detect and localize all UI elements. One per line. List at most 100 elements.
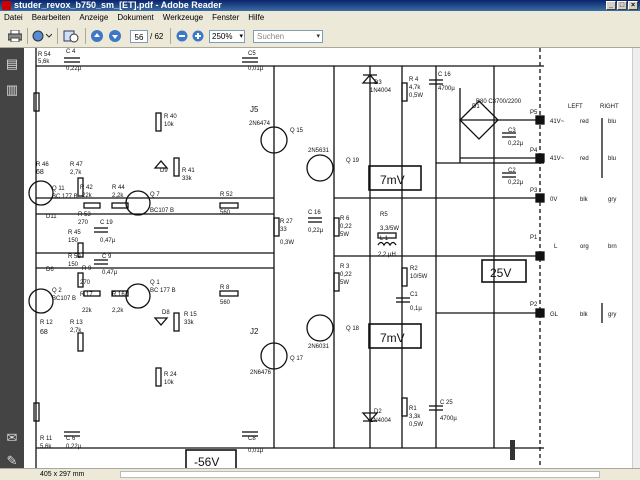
label-c1: C1: [410, 292, 418, 298]
menu-dokument[interactable]: Dokument: [117, 11, 153, 24]
label-r13-value: 2,7k: [70, 328, 82, 334]
label-r9-value: 270: [80, 280, 91, 286]
node-41v-a: 41V~: [550, 119, 565, 125]
attachments-icon[interactable]: ▥: [4, 82, 20, 98]
previous-page-icon[interactable]: [90, 28, 104, 44]
wire-red-1: red: [580, 119, 589, 125]
label-q15-type: 2N6474: [249, 121, 271, 127]
wire-red-2: red: [580, 156, 589, 162]
label-r17: R 17: [80, 292, 93, 298]
adobe-reader-icon: [2, 1, 11, 10]
label-r6: R 6: [340, 216, 350, 222]
wire-blu-2: blu: [608, 156, 616, 162]
label-c8: C8: [248, 436, 256, 442]
menu-bearbeiten[interactable]: Bearbeiten: [32, 11, 71, 24]
title-bar: studer_revox_b750_sm_[ET].pdf - Adobe Re…: [0, 0, 640, 11]
label-c19: C 19: [100, 220, 113, 226]
zoom-out-icon[interactable]: [175, 28, 188, 44]
label-r54-value: 5,6k: [38, 59, 50, 65]
label-r47: R 47: [70, 162, 83, 168]
label-q15: Q 15: [290, 128, 304, 134]
paperclip-icon[interactable]: ✎: [4, 453, 20, 469]
page-total: / 62: [150, 32, 164, 41]
label-r2: R2: [410, 266, 418, 272]
status-bar: 405 x 297 mm: [0, 468, 640, 480]
zoom-select[interactable]: 250% ▾: [209, 30, 245, 43]
label-d2: D2: [374, 409, 382, 415]
label-r53: R 53: [78, 212, 91, 218]
voltage-25v: 25V: [490, 266, 511, 280]
label-r6-value: 0,22: [340, 224, 352, 230]
label-r3-watt: 5W: [340, 280, 349, 286]
label-c5: C5: [248, 51, 256, 57]
hand-tool-icon[interactable]: [61, 28, 81, 44]
horizontal-scrollbar[interactable]: [120, 471, 600, 478]
label-r2-value: 10/5W: [410, 274, 428, 280]
voltage-7mv-top: 7mV: [380, 173, 405, 187]
pages-icon[interactable]: ▤: [4, 56, 20, 72]
page-size: 405 x 297 mm: [40, 471, 85, 478]
share-icon[interactable]: [31, 28, 53, 44]
label-c2: C2: [508, 168, 516, 174]
search-placeholder: Suchen: [257, 32, 285, 41]
label-r17-value: 22k: [82, 308, 93, 314]
menu-werkzeuge[interactable]: Werkzeuge: [163, 11, 203, 24]
label-d1-type: B80 C3700/2200: [476, 99, 522, 105]
label-r11-value: 5,6k: [40, 444, 52, 450]
menu-hilfe[interactable]: Hilfe: [248, 11, 264, 24]
label-d2-type: 1N4004: [370, 418, 392, 424]
label-r53-value: 270: [78, 220, 89, 226]
menu-bar: Datei Bearbeiten Anzeige Dokument Werkze…: [0, 11, 640, 24]
label-r42-value: 22k: [82, 193, 93, 199]
label-r8-value: 560: [220, 300, 231, 306]
print-icon[interactable]: [6, 28, 24, 44]
window-title: studer_revox_b750_sm_[ET].pdf - Adobe Re…: [14, 0, 222, 10]
node-l: L: [554, 244, 558, 250]
minimize-button[interactable]: _: [606, 1, 616, 10]
label-r42: R 42: [80, 185, 93, 191]
label-r46: R 46: [36, 162, 49, 168]
label-r40-value: 10k: [164, 122, 175, 128]
label-q7: Q 7: [150, 192, 160, 198]
schematic-diagram: R 54 5,6k C 4 0,22µ C5 0,01µ R 40 10k J5…: [28, 48, 619, 468]
wire-blk-2: blk: [580, 312, 589, 318]
label-r41-value: 33k: [182, 176, 193, 182]
toolbar: 56 / 62 250% ▾ Suchen ▾: [0, 24, 640, 48]
label-right: RIGHT: [600, 104, 619, 110]
page-number-input[interactable]: 56: [130, 30, 148, 43]
label-c16-value: 0,22µ: [308, 228, 324, 234]
next-page-icon[interactable]: [108, 28, 122, 44]
chevron-down-icon: ▾: [316, 33, 320, 40]
label-j2: J2: [250, 327, 259, 336]
label-p5: P5: [530, 110, 538, 116]
label-p2: P2: [530, 302, 538, 308]
label-q1: Q 1: [150, 280, 160, 286]
label-r1-watt: 0,5W: [409, 422, 423, 428]
vertical-scrollbar[interactable]: [632, 48, 640, 468]
menu-datei[interactable]: Datei: [4, 11, 23, 24]
label-c1-value: 0,1µ: [410, 306, 422, 312]
node-0v: 0V: [550, 197, 557, 203]
label-q11-type: BC 177 B: [52, 194, 78, 200]
label-r46-value: 68: [36, 169, 44, 176]
navigation-panel: ▤ ▥ ✉ ✎: [0, 48, 24, 468]
menu-fenster[interactable]: Fenster: [212, 11, 239, 24]
label-d3: D3: [374, 80, 382, 86]
label-r40: R 40: [164, 114, 177, 120]
maximize-button[interactable]: □: [617, 1, 627, 10]
document-view[interactable]: R 54 5,6k C 4 0,22µ C5 0,01µ R 40 10k J5…: [24, 48, 632, 468]
voltage-minus-56v: -56V: [194, 455, 219, 468]
label-r16: R 16: [112, 292, 125, 298]
label-r16-value: 2,2k: [112, 308, 124, 314]
zoom-in-icon[interactable]: [191, 28, 204, 44]
label-c3: C3: [508, 128, 516, 134]
search-input[interactable]: Suchen ▾: [253, 30, 323, 43]
close-button[interactable]: ×: [628, 1, 638, 10]
node-41v-b: 41V~: [550, 156, 565, 162]
label-r6-watt: 5W: [340, 232, 349, 238]
label-r3: R 3: [340, 264, 350, 270]
label-c9-value: 0,47µ: [102, 270, 118, 276]
comments-icon[interactable]: ✉: [4, 430, 20, 446]
menu-anzeige[interactable]: Anzeige: [79, 11, 108, 24]
label-r59: R 59: [68, 254, 81, 260]
